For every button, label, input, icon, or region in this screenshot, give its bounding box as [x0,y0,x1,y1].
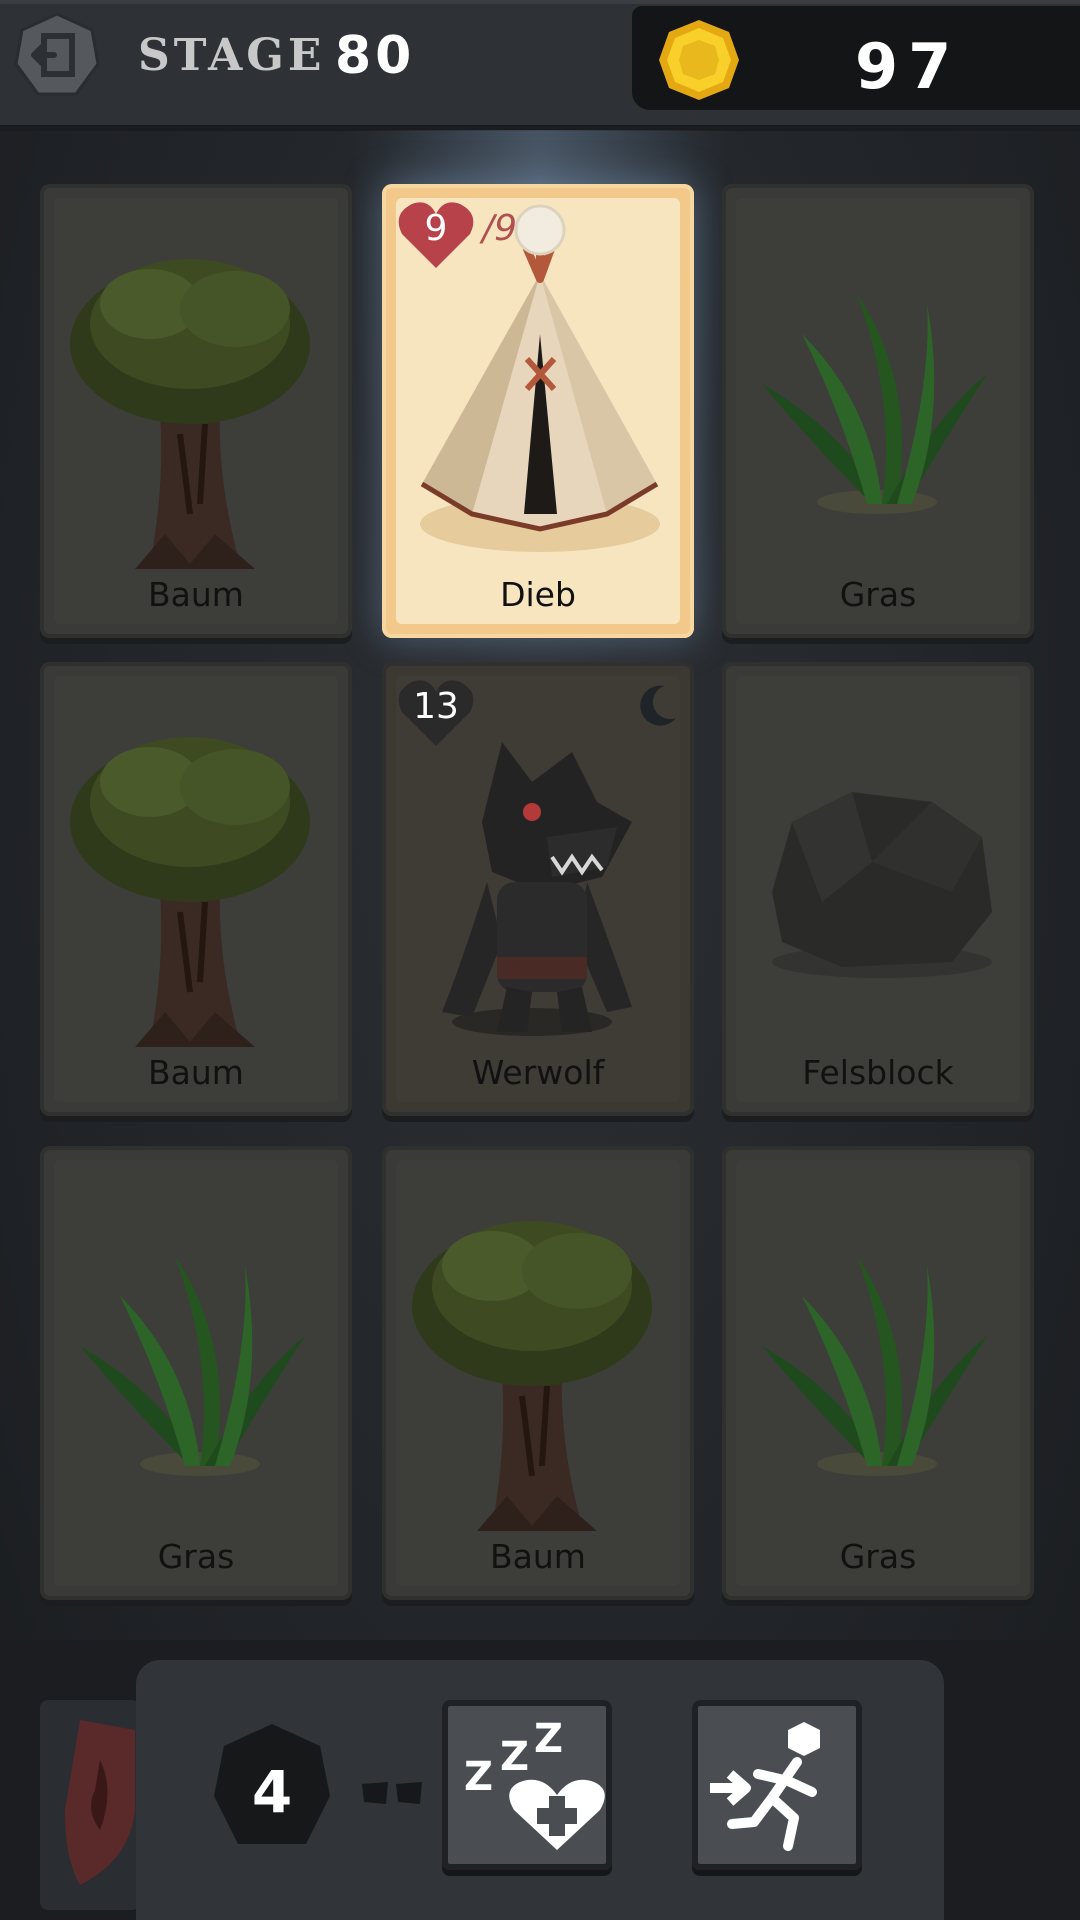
rest-heal-button[interactable]: Z Z Z [442,1700,612,1870]
stage-label: STAGE [138,30,326,81]
health-value: 9 [424,208,448,249]
coin-count: 97 [855,30,962,103]
grass-icon [80,1256,305,1476]
fire-shield-icon [65,1720,135,1885]
card-label: Baum [148,1053,244,1092]
svg-text:Z: Z [534,1716,563,1762]
ghost-status-icon [514,204,566,256]
stage-number: 80 [335,26,416,86]
card-gras-2[interactable]: Gras [40,1146,352,1600]
card-dieb-selected[interactable]: 9 /9 Dieb [382,184,694,638]
tree-icon [70,259,310,569]
card-felsblock[interactable]: Felsblock [722,662,1034,1116]
health-value: 13 [413,686,459,727]
tree-icon [70,737,310,1047]
card-label: Baum [490,1537,586,1576]
ellipsis-dots [362,1782,422,1804]
card-gras-3[interactable]: Gras [722,1146,1034,1600]
gold-coin-icon [655,16,743,104]
card-label: Gras [157,1537,235,1576]
card-baum-1[interactable]: Baum [40,184,352,638]
flee-button[interactable] [692,1700,862,1870]
card-werwolf[interactable]: 13 Werwolf [382,662,694,1116]
health-heart-icon: 13 [396,676,476,748]
sleep-heal-icon: Z Z Z [464,1716,605,1850]
flee-run-icon [710,1722,820,1851]
card-baum-3[interactable]: Baum [382,1146,694,1600]
svg-text:Z: Z [464,1754,493,1800]
turn-counter: 4 [210,1720,334,1860]
card-label: Gras [839,1537,917,1576]
card-label: Werwolf [471,1053,605,1092]
back-button[interactable] [14,12,100,98]
health-heart-icon: 9 [396,198,476,270]
grass-icon [762,1256,987,1476]
exit-door-icon [14,12,100,96]
side-ability-slot[interactable] [40,1700,140,1910]
moon-icon [640,685,676,726]
turn-counter-value: 4 [251,1758,293,1826]
card-label: Felsblock [802,1053,954,1092]
card-label: Baum [148,575,244,614]
card-baum-2[interactable]: Baum [40,662,352,1116]
tree-icon [412,1221,652,1531]
card-label: Gras [839,575,917,614]
boulder-icon [772,792,992,978]
grass-icon [762,294,987,514]
card-gras-1[interactable]: Gras [722,184,1034,638]
svg-text:Z: Z [500,1734,529,1780]
card-label: Dieb [500,575,576,614]
